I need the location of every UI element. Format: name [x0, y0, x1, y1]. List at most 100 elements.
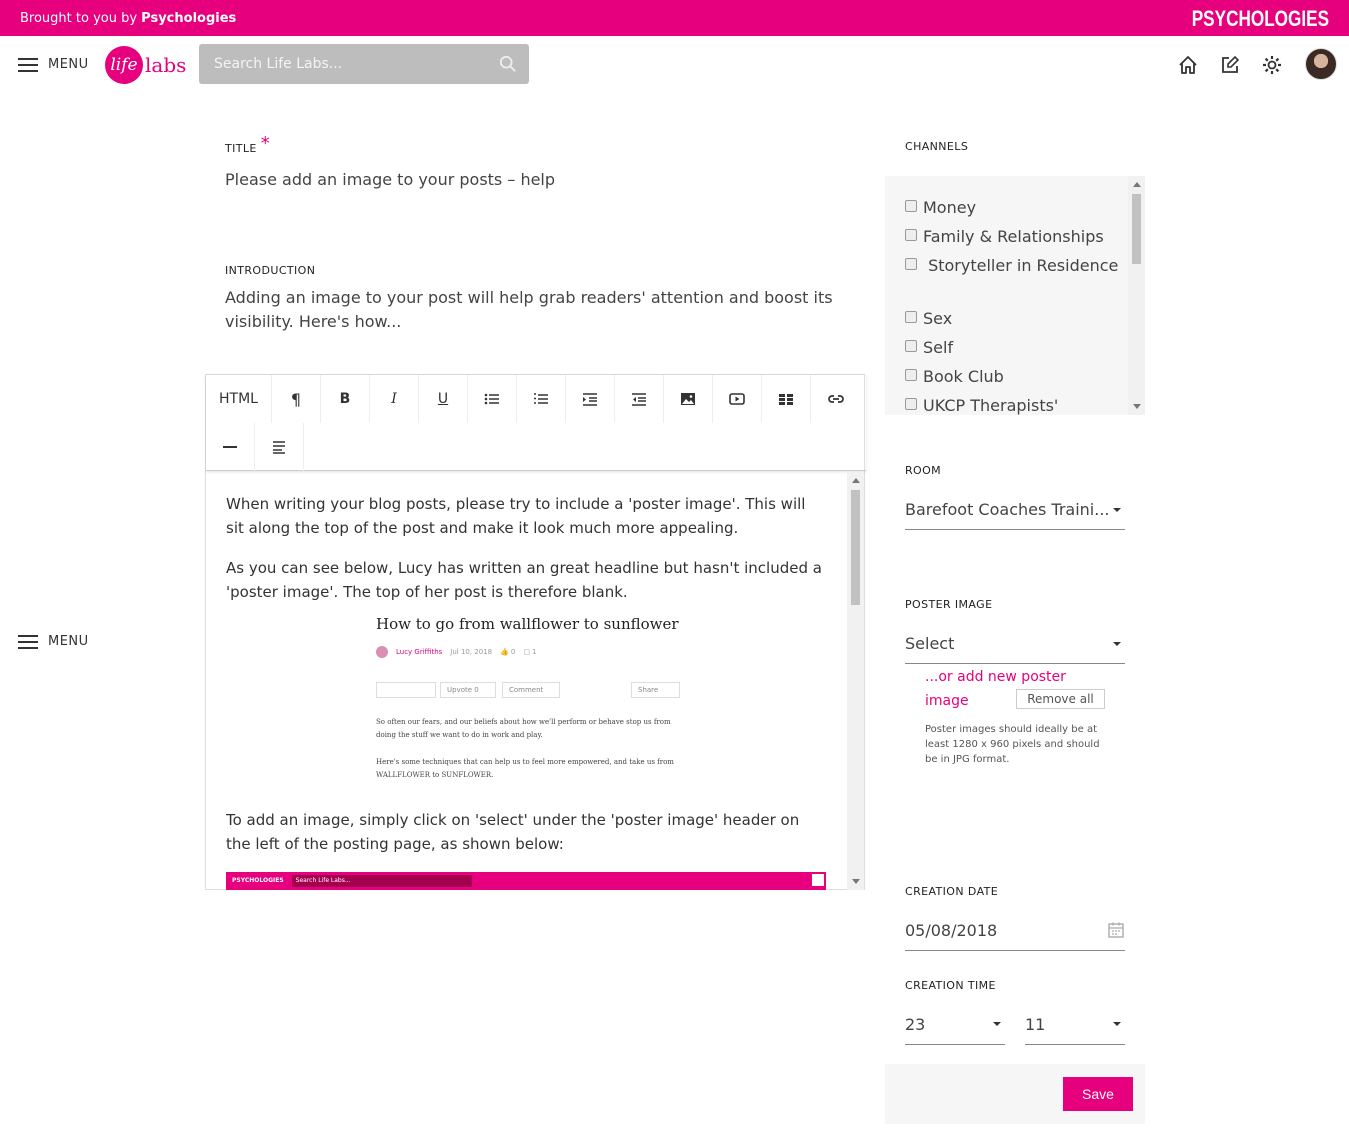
checkbox[interactable] — [905, 258, 917, 270]
side-menu-button[interactable]: MENU — [18, 634, 89, 649]
editor-paragraph: To add an image, simply click on 'select… — [226, 811, 800, 853]
settings-icon[interactable] — [1261, 54, 1283, 76]
poster-image-value: Select — [905, 634, 955, 653]
creation-date-input[interactable]: 05/08/2018 — [905, 910, 1125, 951]
editor-paragraph: As you can see below, Lucy has written a… — [226, 559, 822, 601]
room-select[interactable]: Barefoot Coaches Traini... — [905, 490, 1125, 530]
embedded-post-screenshot: How to go from wallflower to sunflower L… — [376, 612, 686, 792]
channels-scrollbar[interactable] — [1128, 176, 1145, 415]
title-label: TITLE * — [225, 133, 271, 157]
required-marker: * — [260, 133, 271, 154]
poster-image-select[interactable]: Select — [905, 624, 1125, 664]
chevron-down-icon — [1113, 641, 1121, 646]
scrollbar-thumb[interactable] — [851, 490, 860, 605]
embedded-post-meta: Lucy Griffiths Jul 10, 2018 👍 0 ▢ 1 — [376, 640, 536, 664]
italic-icon[interactable]: I — [370, 375, 419, 423]
scroll-up-icon[interactable] — [1133, 182, 1141, 187]
minute-select[interactable]: 11 — [1025, 1004, 1125, 1045]
introduction-input[interactable]: Adding an image to your post will help g… — [225, 286, 855, 334]
embedded-para: Here's some techniques that can help us … — [376, 758, 674, 779]
checkbox[interactable] — [905, 369, 917, 381]
thumbs-icon: 👍 — [500, 648, 509, 656]
embedded-avatar — [812, 874, 824, 886]
poster-hint: Poster images should ideally be at least… — [925, 724, 1100, 765]
room-value: Barefoot Coaches Traini... — [905, 500, 1110, 519]
horizontal-rule-icon[interactable] — [206, 423, 255, 471]
life-labs-logo[interactable]: life labs — [105, 46, 186, 84]
checkbox[interactable] — [905, 200, 917, 212]
editor-scrollbar[interactable] — [847, 472, 864, 890]
checkbox[interactable] — [905, 340, 917, 352]
minute-value: 11 — [1025, 1014, 1046, 1034]
embedded-action-row: Upvote 0 Comment Share — [376, 682, 680, 698]
embedded-upvote: Upvote 0 — [440, 682, 496, 698]
psychologies-logo[interactable]: PSYCHOLOGIES — [1192, 6, 1329, 32]
embedded-share: Share — [631, 682, 680, 698]
indent-icon[interactable] — [566, 375, 615, 423]
bullet-list-icon[interactable] — [468, 375, 517, 423]
image-icon[interactable] — [664, 375, 713, 423]
outdent-icon[interactable] — [615, 375, 664, 423]
home-icon[interactable] — [1177, 54, 1199, 76]
checkbox[interactable] — [905, 229, 917, 241]
checkbox[interactable] — [905, 398, 917, 410]
hamburger-icon — [18, 57, 38, 72]
poster-image-label: POSTER IMAGE — [905, 598, 993, 611]
channel-label: Book Club — [923, 367, 1004, 386]
channel-item-ukcp[interactable]: UKCP Therapists' — [905, 394, 1120, 415]
chevron-down-icon — [993, 1022, 1001, 1026]
search-bar — [199, 44, 529, 84]
channel-item-money[interactable]: Money — [905, 196, 1120, 220]
menu-button[interactable]: MENU — [18, 57, 89, 72]
channel-item-family[interactable]: Family & Relationships — [905, 225, 1120, 249]
search-icon[interactable] — [499, 55, 517, 73]
channel-item-sex[interactable]: Sex — [905, 307, 1120, 331]
channel-item-book-club[interactable]: Book Club — [905, 365, 1120, 389]
save-button[interactable]: Save — [1063, 1077, 1133, 1111]
channel-label: Money — [923, 198, 977, 217]
life-labs-logo-circle: life — [105, 46, 143, 84]
table-icon[interactable] — [762, 375, 811, 423]
channels-list: Money Family & Relationships Storyteller… — [885, 176, 1145, 415]
link-icon[interactable] — [811, 375, 860, 423]
paragraph-icon[interactable]: ¶ — [272, 375, 321, 423]
chevron-down-icon — [1113, 507, 1121, 512]
hour-select[interactable]: 23 — [905, 1004, 1005, 1045]
embedded-comment: Comment — [502, 682, 560, 698]
video-icon[interactable] — [713, 375, 762, 423]
menu-label: MENU — [48, 57, 89, 72]
remove-all-button[interactable]: Remove all — [1016, 689, 1105, 709]
scrollbar-thumb[interactable] — [1132, 194, 1141, 264]
channel-label: Family & Relationships — [923, 227, 1104, 246]
scroll-down-icon[interactable] — [852, 879, 860, 884]
scroll-up-icon[interactable] — [852, 478, 860, 483]
embedded-date: Jul 10, 2018 — [450, 648, 493, 656]
align-icon[interactable] — [255, 423, 304, 471]
search-input[interactable] — [199, 44, 489, 84]
creation-date-label: CREATION DATE — [905, 885, 999, 898]
channel-item-self[interactable]: Self — [905, 336, 1120, 360]
channel-label: UKCP Therapists' — [923, 396, 1059, 415]
scroll-down-icon[interactable] — [1133, 404, 1141, 409]
title-label-text: TITLE — [225, 142, 257, 155]
title-input[interactable]: Please add an image to your posts – help — [225, 168, 845, 192]
editor-paragraph: When writing your blog posts, please try… — [226, 495, 806, 537]
checkbox[interactable] — [905, 311, 917, 323]
brought-by-text: Brought to you by Psychologies — [20, 11, 236, 26]
channels-label: CHANNELS — [905, 140, 969, 153]
brought-brand: Psychologies — [141, 11, 237, 26]
embedded-likes: 0 — [510, 648, 516, 656]
embedded-header-screenshot: PSYCHOLOGIES Search Life Labs... — [226, 872, 826, 890]
numbered-list-icon[interactable] — [517, 375, 566, 423]
comment-icon: ▢ — [523, 648, 530, 656]
html-button[interactable]: HTML — [206, 375, 272, 423]
bold-icon[interactable]: B — [321, 375, 370, 423]
avatar[interactable] — [1305, 48, 1337, 80]
editor-content[interactable]: When writing your blog posts, please try… — [206, 472, 848, 890]
embedded-upvote-label: Upvote — [447, 686, 473, 694]
underline-icon[interactable]: U — [419, 375, 468, 423]
calendar-icon[interactable] — [1107, 921, 1125, 939]
edit-icon[interactable] — [1219, 54, 1241, 76]
channel-item-storyteller[interactable]: Storyteller in Residence — [905, 254, 1120, 278]
embedded-logo: PSYCHOLOGIES — [232, 877, 284, 884]
